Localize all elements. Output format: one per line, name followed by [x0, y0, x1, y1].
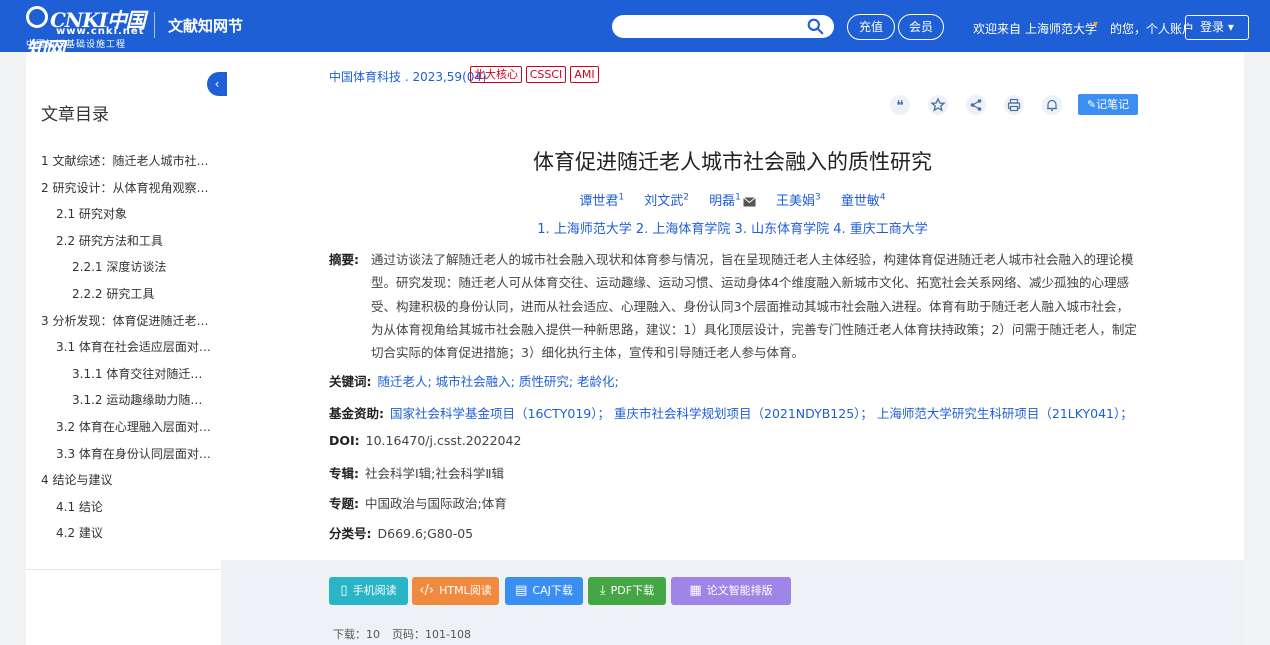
toc-item[interactable]: 3.1.1 体育交往对随迁老人社会适应: [26, 361, 221, 388]
chevron-down-icon[interactable]: ▾: [1093, 19, 1098, 30]
classification-value: D669.6;G80-05: [377, 526, 474, 541]
author-link[interactable]: 童世敏4: [841, 193, 886, 209]
code-icon: ‹/›: [419, 583, 435, 598]
classification-row: 分类号: D669.6;G80-05: [329, 523, 473, 542]
series-row: 专辑: 社会科学Ⅰ辑;社会科学Ⅱ辑: [329, 463, 504, 482]
collapse-sidebar-icon[interactable]: ‹: [207, 72, 227, 96]
toc-item[interactable]: 2.1 研究对象: [26, 201, 221, 228]
toc-item[interactable]: 3 分析发现：体育促进随迁老人城市社会融入: [26, 308, 221, 335]
topic-value: 中国政治与国际政治;体育: [365, 496, 507, 511]
toc-sidebar: 文章目录 1 文献综述：随迁老人城市社会融入相关研究2 研究设计：从体育视角观察…: [26, 52, 221, 645]
article-title: 体育促进随迁老人城市社会融入的质性研究: [533, 150, 932, 174]
institution-name[interactable]: 上海师范大学: [1025, 20, 1097, 37]
toc-item[interactable]: 3.1 体育在社会适应层面对随迁老人城市社会融入: [26, 334, 221, 361]
abstract-label: 摘要:: [329, 252, 359, 267]
welcome-text: 欢迎来自: [973, 22, 1022, 36]
toc-item[interactable]: 3.1.2 运动趣缘助力随迁老人社会适应: [26, 387, 221, 414]
account-greeting[interactable]: 的您，个人账户: [1110, 20, 1194, 37]
topic-row: 专题: 中国政治与国际政治;体育: [329, 493, 507, 512]
toc-item[interactable]: 2.2.2 研究工具: [26, 281, 221, 308]
doi-label: DOI:: [329, 433, 360, 448]
recharge-button[interactable]: 充值: [847, 14, 895, 40]
logo-subtitle: 中国知识基础设施工程: [26, 40, 127, 50]
fund-value[interactable]: 国家社会科学基金项目（16CTY019）； 重庆市社会科学规划项目（2021ND…: [390, 406, 1133, 421]
topic-label: 专题:: [329, 496, 359, 511]
book-icon: ▤: [515, 583, 528, 598]
doi-value: 10.16470/j.csst.2022042: [365, 433, 522, 448]
page-range: 页码：101-108: [392, 628, 471, 641]
toc-item[interactable]: 4.1 结论: [26, 494, 221, 521]
toc-title: 文章目录: [41, 105, 109, 125]
keywords-label: 关键词:: [329, 374, 372, 389]
author-link[interactable]: 明磊1: [709, 193, 756, 209]
fund-row: 基金资助: 国家社会科学基金项目（16CTY019）； 重庆市社会科学规划项目（2…: [329, 403, 1133, 422]
affiliations[interactable]: 1. 上海师范大学 2. 上海体育学院 3. 山东体育学院 4. 重庆工商大学: [221, 218, 1244, 237]
doi-row: DOI: 10.16470/j.csst.2022042: [329, 433, 521, 448]
search-input[interactable]: [612, 15, 834, 38]
cnki-logo[interactable]: CNKI中国知网 www.cnki.net 中国知识基础设施工程: [26, 4, 148, 61]
top-bar: CNKI中国知网 www.cnki.net 中国知识基础设施工程 文献知网节 充…: [0, 0, 1270, 61]
download-count: 下载：10: [333, 628, 380, 641]
toc-divider: [26, 569, 221, 570]
phone-icon: ▯: [340, 583, 348, 598]
bell-icon[interactable]: [1042, 95, 1062, 115]
keywords-row: 关键词: 随迁老人; 城市社会融入; 质性研究; 老龄化;: [329, 371, 619, 390]
journal-source[interactable]: 中国体育科技 . 2023,59(04): [329, 68, 487, 85]
toc-item[interactable]: 4 结论与建议: [26, 467, 221, 494]
favorite-star-icon[interactable]: [928, 95, 948, 115]
print-icon[interactable]: [1004, 95, 1024, 115]
pdf-icon: ⤓: [599, 583, 606, 598]
toc-item[interactable]: 4.2 建议: [26, 520, 221, 547]
take-note-button[interactable]: ✎记笔记: [1078, 94, 1138, 115]
toc-item[interactable]: 2.2 研究方法和工具: [26, 228, 221, 255]
html-read-button[interactable]: ‹/› HTML阅读: [412, 577, 499, 605]
toc-item[interactable]: 2.2.1 深度访谈法: [26, 254, 221, 281]
pencil-icon: ✎: [1086, 98, 1097, 111]
author-list: 谭世君1 刘文武2 明磊1 王美娟3 童世敏4: [221, 190, 1244, 209]
toc-list: 1 文献综述：随迁老人城市社会融入相关研究2 研究设计：从体育视角观察随迁老人城…: [26, 148, 221, 547]
author-link[interactable]: 刘文武2: [644, 193, 689, 209]
toc-item[interactable]: 3.2 体育在心理融入层面对随迁老人城市社会融入: [26, 414, 221, 441]
fund-label: 基金资助:: [329, 406, 384, 421]
smart-layout-button[interactable]: ▦ 论文智能排版: [671, 577, 791, 605]
tag-cssci: CSSCI: [526, 66, 566, 83]
classification-label: 分类号:: [329, 526, 372, 541]
mail-icon[interactable]: [743, 197, 756, 207]
abstract-block: 摘要: 通过访谈法了解随迁老人的城市社会融入现状和体育参与情况，旨在呈现随迁老人…: [329, 248, 1141, 364]
toc-item[interactable]: 1 文献综述：随迁老人城市社会融入相关研究: [26, 148, 221, 175]
abstract-text: 通过访谈法了解随迁老人的城市社会融入现状和体育参与情况，旨在呈现随迁老人主体经验…: [371, 252, 1137, 361]
tag-pku-core: 北大核心: [470, 66, 522, 83]
toc-item[interactable]: 3.3 体育在身份认同层面对随迁老人城市社会融入: [26, 441, 221, 468]
pdf-download-button[interactable]: ⤓ PDF下载: [588, 577, 666, 605]
series-label: 专辑:: [329, 466, 359, 481]
site-section-title[interactable]: 文献知网节: [168, 15, 243, 36]
quote-icon[interactable]: ❝: [890, 95, 910, 115]
mobile-read-button[interactable]: ▯ 手机阅读: [329, 577, 408, 605]
series-value: 社会科学Ⅰ辑;社会科学Ⅱ辑: [365, 466, 505, 481]
tag-ami: AMI: [570, 66, 599, 83]
member-button[interactable]: 会员: [898, 14, 944, 40]
article-stats: 下载：10 页码：101-108: [333, 626, 483, 642]
author-link[interactable]: 谭世君1: [579, 193, 624, 209]
svg-text:❝: ❝: [896, 98, 904, 114]
author-link[interactable]: 王美娟3: [776, 193, 821, 209]
caj-download-button[interactable]: ▤ CAJ下载: [505, 577, 583, 605]
keywords-value[interactable]: 随迁老人; 城市社会融入; 质性研究; 老龄化;: [378, 374, 619, 389]
logo-url: www.cnki.net: [56, 26, 145, 37]
layout-icon: ▦: [689, 583, 702, 598]
login-button[interactable]: 登录 ▾: [1185, 15, 1249, 40]
search-icon[interactable]: [807, 18, 824, 35]
toc-item[interactable]: 2 研究设计：从体育视角观察随迁老人城市社会融入: [26, 175, 221, 202]
share-icon[interactable]: [966, 95, 986, 115]
header-divider: [154, 12, 155, 38]
